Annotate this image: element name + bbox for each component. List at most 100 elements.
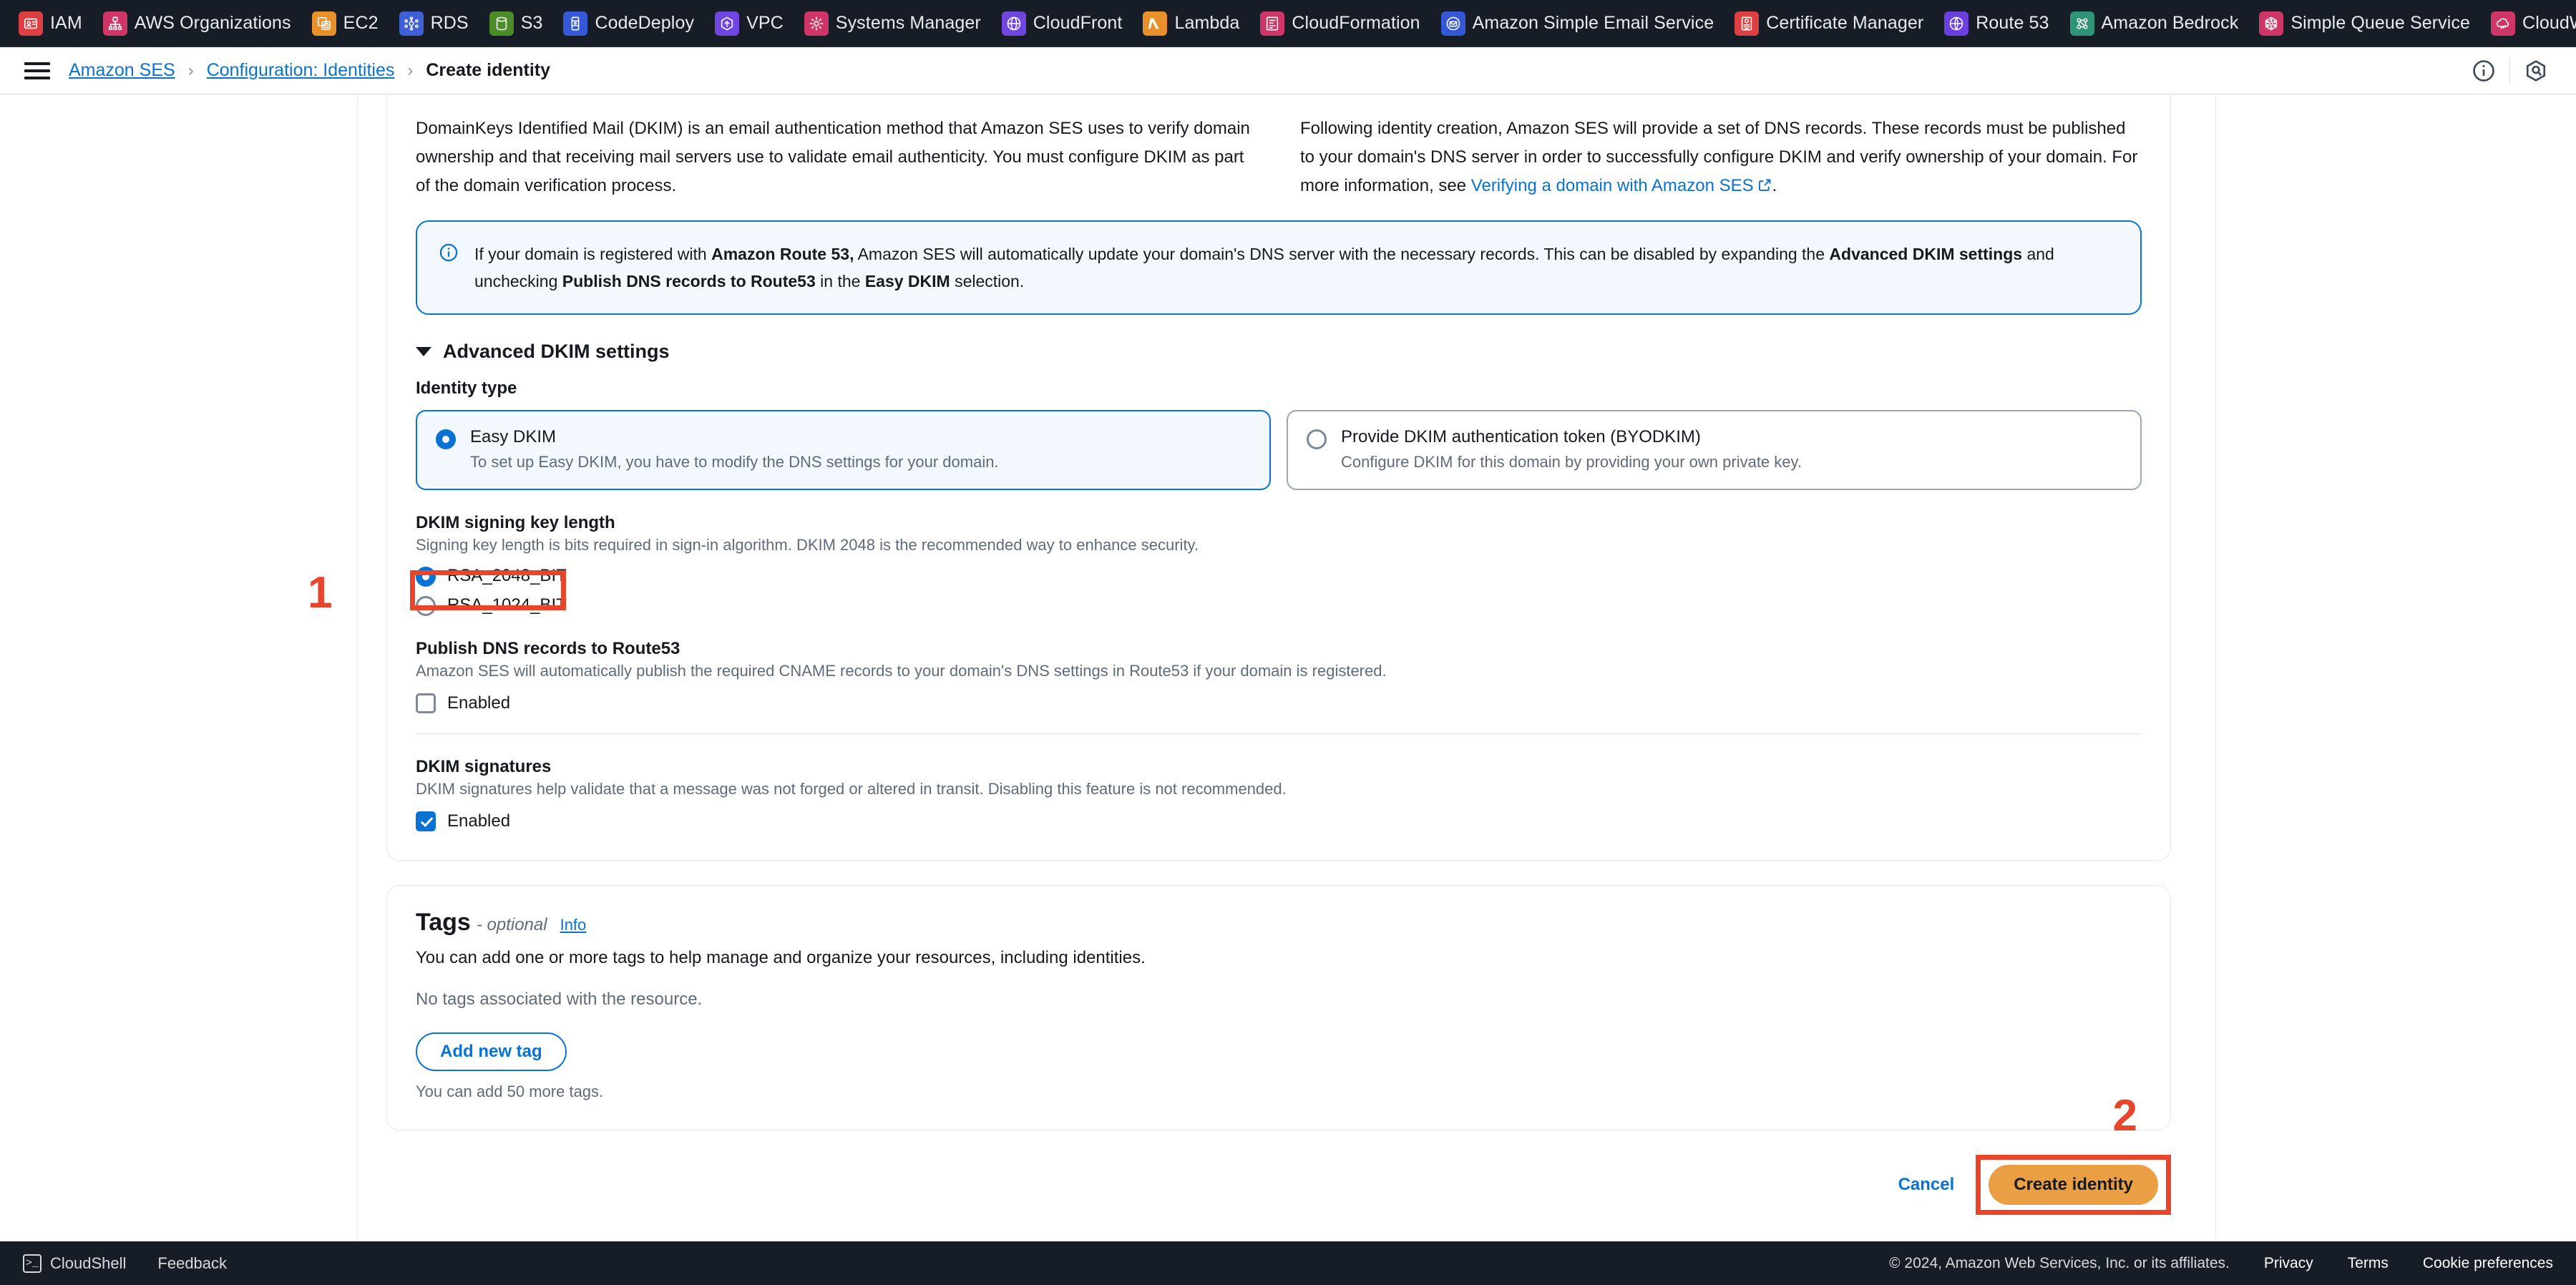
service-link-label: RDS xyxy=(430,13,469,33)
route53-icon xyxy=(1944,11,1969,36)
hamburger-icon[interactable] xyxy=(24,60,50,82)
cancel-button[interactable]: Cancel xyxy=(1877,1175,1976,1195)
rsa-2048-radio-control[interactable] xyxy=(416,567,436,587)
service-link-iam[interactable]: IAM xyxy=(19,11,94,36)
cookie-preferences-link[interactable]: Cookie preferences xyxy=(2423,1255,2553,1272)
feedback-button[interactable]: Feedback xyxy=(157,1254,227,1273)
publish-dns-checkbox[interactable]: Enabled xyxy=(416,693,2142,713)
dkim-intro-right: Following identity creation, Amazon SES … xyxy=(1300,114,2142,202)
service-link-rds[interactable]: RDS xyxy=(399,11,481,36)
rsa-1024-radio-control[interactable] xyxy=(416,596,436,616)
dkim-signatures-group: DKIM signatures DKIM signatures help val… xyxy=(416,757,2142,860)
add-new-tag-button[interactable]: Add new tag xyxy=(416,1032,567,1071)
service-link-cloudwatch[interactable]: CloudWatch xyxy=(2491,11,2576,36)
annotation-number-1: 1 xyxy=(308,568,333,617)
service-link-amazon-bedrock[interactable]: Amazon Bedrock xyxy=(2069,11,2251,36)
form-actions: Cancel Create identity xyxy=(386,1155,2171,1222)
footer-right: © 2024, Amazon Web Services, Inc. or its… xyxy=(1889,1255,2553,1272)
service-link-codedeploy[interactable]: CodeDeploy xyxy=(563,11,706,36)
advanced-dkim-settings-expander[interactable]: Advanced DKIM settings xyxy=(416,341,2142,363)
identity-type-byodkim-tile[interactable]: Provide DKIM authentication token (BYODK… xyxy=(1287,410,2142,490)
content-column: DomainKeys Identified Mail (DKIM) is an … xyxy=(358,94,2216,1241)
service-link-simple-queue-service[interactable]: Simple Queue Service xyxy=(2259,11,2482,36)
cloudfront-icon xyxy=(1001,11,1026,36)
tags-info-link[interactable]: Info xyxy=(560,916,587,934)
dkim-key-length-label: DKIM signing key length xyxy=(416,513,615,532)
terms-link[interactable]: Terms xyxy=(2348,1255,2389,1272)
settings-icon[interactable] xyxy=(2516,51,2556,91)
dkim-key-length-group: DKIM signing key length Signing key leng… xyxy=(410,513,2142,616)
iam-icon xyxy=(19,11,43,36)
service-link-label: S3 xyxy=(520,13,543,33)
identity-type-easy-dkim-tile[interactable]: Easy DKIM To set up Easy DKIM, you have … xyxy=(416,410,1271,490)
easy-dkim-desc: To set up Easy DKIM, you have to modify … xyxy=(470,453,999,471)
cloudshell-icon: >_ xyxy=(23,1254,42,1273)
vpc-icon xyxy=(715,11,740,36)
service-link-amazon-simple-email-service[interactable]: Amazon Simple Email Service xyxy=(1440,11,1727,36)
service-link-systems-manager[interactable]: Systems Manager xyxy=(804,11,993,36)
dkim-signatures-label: DKIM signatures xyxy=(416,757,552,776)
dkim-signatures-checkbox-control[interactable] xyxy=(416,811,436,831)
easy-dkim-radio[interactable] xyxy=(436,429,456,449)
rsa-1024-label: RSA_1024_BIT xyxy=(447,595,567,615)
service-link-label: EC2 xyxy=(343,13,379,33)
info-circle-icon xyxy=(439,243,459,295)
feedback-label: Feedback xyxy=(157,1254,228,1272)
publish-dns-label: Publish DNS records to Route53 xyxy=(416,639,680,658)
dkim-card: DomainKeys Identified Mail (DKIM) is an … xyxy=(386,94,2171,861)
alert-p5: selection. xyxy=(950,272,1025,290)
tags-card: Tags - optional Info You can add one or … xyxy=(386,885,2171,1138)
service-link-label: Amazon Simple Email Service xyxy=(1472,13,1714,33)
service-link-label: CodeDeploy xyxy=(595,13,695,33)
cloudwatch-icon xyxy=(2491,11,2516,36)
dkim-signatures-checkbox[interactable]: Enabled xyxy=(416,811,2142,831)
page-footer: >_ CloudShell Feedback © 2024, Amazon We… xyxy=(0,1241,2576,1285)
create-identity-button[interactable]: Create identity xyxy=(1989,1165,2158,1205)
info-circle-icon[interactable] xyxy=(2464,51,2504,91)
breadcrumb-item-configuration-identities[interactable]: Configuration: Identities xyxy=(207,60,395,81)
service-link-label: Amazon Bedrock xyxy=(2101,13,2239,33)
breadcrumb-item-create-identity: Create identity xyxy=(426,60,551,80)
rsa-1024-radio[interactable]: RSA_1024_BIT xyxy=(416,594,2142,616)
dkim-signatures-desc: DKIM signatures help validate that a mes… xyxy=(416,780,1287,798)
privacy-link[interactable]: Privacy xyxy=(2264,1255,2313,1272)
service-link-s3[interactable]: S3 xyxy=(489,11,555,36)
service-link-certificate-manager[interactable]: Certificate Manager xyxy=(1735,11,1936,36)
service-link-route-53[interactable]: Route 53 xyxy=(1944,11,2061,36)
breadcrumb-separator: › xyxy=(407,60,414,80)
organizations-icon xyxy=(102,11,127,36)
service-link-ec2[interactable]: EC2 xyxy=(311,11,391,36)
service-link-label: Lambda xyxy=(1174,13,1240,33)
dkim-intro-left: DomainKeys Identified Mail (DKIM) is an … xyxy=(416,119,1250,195)
identity-type-label: Identity type xyxy=(416,378,517,398)
service-link-label: Route 53 xyxy=(1976,13,2049,33)
tags-title: Tags xyxy=(416,909,471,936)
breadcrumb-item-amazon-ses[interactable]: Amazon SES xyxy=(69,60,175,81)
service-link-label: AWS Organizations xyxy=(134,13,291,33)
page-body: 1 DomainKeys Identified Mail (DKIM) is a… xyxy=(0,94,2576,1241)
service-link-vpc[interactable]: VPC xyxy=(715,11,796,36)
service-link-label: VPC xyxy=(746,13,784,33)
verifying-domain-link[interactable]: Verifying a domain with Amazon SES xyxy=(1471,176,1754,195)
service-link-aws-organizations[interactable]: AWS Organizations xyxy=(102,11,303,36)
s3-icon xyxy=(489,11,514,36)
service-link-cloudfront[interactable]: CloudFront xyxy=(1001,11,1135,36)
service-link-label: CloudFormation xyxy=(1292,13,1420,33)
rds-icon xyxy=(399,11,424,36)
ec2-icon xyxy=(311,11,336,36)
copyright-text: © 2024, Amazon Web Services, Inc. or its… xyxy=(1889,1254,2230,1271)
cloudshell-button[interactable]: >_ CloudShell xyxy=(23,1254,126,1273)
service-link-cloudformation[interactable]: CloudFormation xyxy=(1260,11,1432,36)
byodkim-radio[interactable] xyxy=(1307,429,1327,449)
easy-dkim-body: Easy DKIM To set up Easy DKIM, you have … xyxy=(470,427,999,472)
service-link-label: CloudWatch xyxy=(2522,13,2576,33)
tags-header: Tags - optional Info xyxy=(416,909,2142,937)
publish-dns-checkbox-control[interactable] xyxy=(416,693,436,713)
rsa-2048-radio[interactable]: RSA_2048_BIT xyxy=(416,565,2142,587)
systems-manager-icon xyxy=(804,11,829,36)
dkim-intro: DomainKeys Identified Mail (DKIM) is an … xyxy=(416,94,2142,202)
tags-remaining-text: You can add 50 more tags. xyxy=(416,1083,604,1100)
service-link-lambda[interactable]: Lambda xyxy=(1143,11,1252,36)
right-rail xyxy=(2216,94,2576,1241)
lambda-icon xyxy=(1143,11,1168,36)
